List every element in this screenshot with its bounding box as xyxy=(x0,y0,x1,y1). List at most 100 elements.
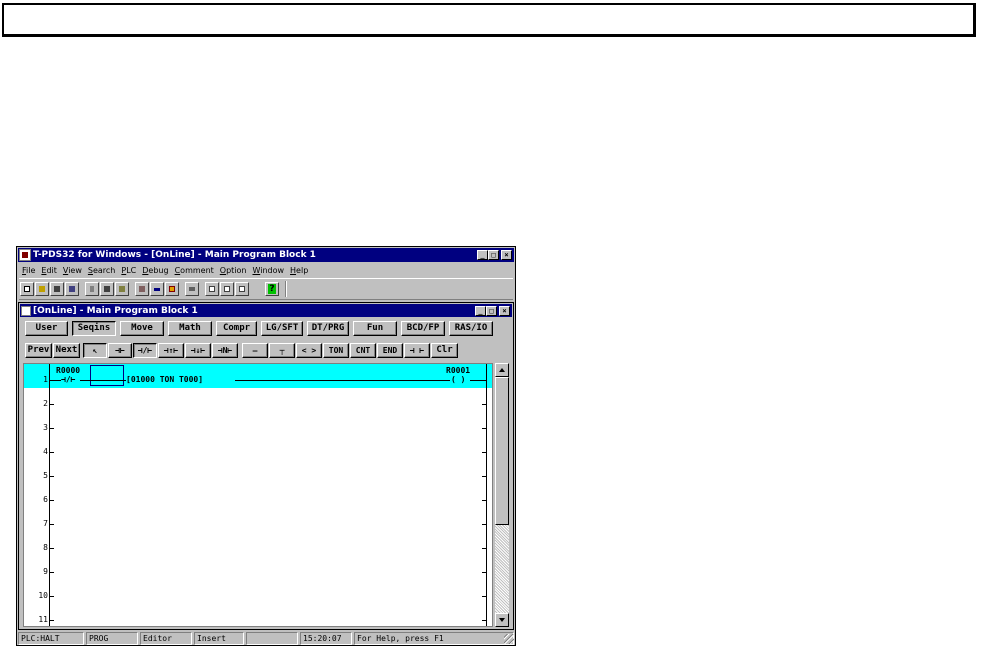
no-contact-icon[interactable]: ⊣⊢ xyxy=(108,343,132,358)
child-maximize-button[interactable]: □ xyxy=(486,305,497,316)
vertical-scrollbar[interactable] xyxy=(495,363,509,627)
rung-number: 5 xyxy=(43,471,48,480)
ton-button[interactable]: TON xyxy=(323,343,349,358)
vertical-line-icon[interactable]: ┬ xyxy=(269,343,295,358)
cut-icon[interactable] xyxy=(85,282,99,296)
save-icon[interactable] xyxy=(65,282,79,296)
child-minimize-button[interactable]: _ xyxy=(475,305,486,316)
category-lgsft[interactable]: LG/SFT xyxy=(261,321,303,336)
menu-search[interactable]: Search xyxy=(85,266,118,275)
rung-tick-left xyxy=(49,524,54,525)
rung-tick-right xyxy=(482,524,487,525)
menu-option[interactable]: Option xyxy=(217,266,250,275)
toolbar-divider xyxy=(285,281,287,297)
horizontal-line-icon[interactable]: — xyxy=(242,343,268,358)
scroll-thumb[interactable] xyxy=(495,377,509,525)
rung-tick-left xyxy=(49,596,54,597)
ladder-editor[interactable]: R0000 ⊣/⊢ [01000 TON T000] R0001 ( ) 1 2… xyxy=(23,363,493,627)
program-block-window: [OnLine] - Main Program Block 1 _ □ × Us… xyxy=(18,302,514,630)
rung-number: 2 xyxy=(43,399,48,408)
app-icon[interactable] xyxy=(19,249,31,261)
page-up-icon[interactable] xyxy=(220,282,234,296)
category-bcdfp[interactable]: BCD/FP xyxy=(401,321,445,336)
ton-instruction[interactable]: [01000 TON T000] xyxy=(126,375,203,384)
nc-contact[interactable]: ⊣/⊢ xyxy=(61,375,75,384)
help-icon[interactable]: ? xyxy=(265,282,279,296)
monitor-icon[interactable] xyxy=(135,282,149,296)
rung-tick-right xyxy=(482,476,487,477)
nc-contact-icon[interactable]: ⊣/⊢ xyxy=(133,343,157,358)
minimize-button[interactable]: _ xyxy=(477,250,488,260)
scroll-track[interactable] xyxy=(495,525,509,613)
view-status: Editor xyxy=(140,632,192,645)
rung-tick-left xyxy=(49,572,54,573)
child-icon[interactable] xyxy=(21,305,31,316)
menu-help[interactable]: Help xyxy=(287,266,311,275)
prev-button[interactable]: Prev xyxy=(25,343,52,358)
output-coil[interactable]: ( ) xyxy=(451,375,465,384)
app-title: T-PDS32 for Windows - [OnLine] - Main Pr… xyxy=(33,250,316,260)
menu-view[interactable]: View xyxy=(60,266,85,275)
clr-button[interactable]: Clr xyxy=(431,343,458,358)
rising-edge-icon[interactable]: ⊣↑⊢ xyxy=(158,343,184,358)
category-dtprg[interactable]: DT/PRG xyxy=(307,321,349,336)
scroll-down-button[interactable] xyxy=(495,613,509,627)
page-icon[interactable] xyxy=(205,282,219,296)
copy-icon[interactable] xyxy=(100,282,114,296)
close-file-icon[interactable] xyxy=(50,282,64,296)
page-down-icon[interactable] xyxy=(235,282,249,296)
menu-edit[interactable]: Edit xyxy=(38,266,60,275)
not-contact-icon[interactable]: ⊣N⊢ xyxy=(212,343,238,358)
category-math[interactable]: Math xyxy=(168,321,212,336)
chevron-up-icon xyxy=(499,368,505,372)
rung-number: 1 xyxy=(43,375,48,384)
function-box-icon[interactable]: ⊣ ⊢ xyxy=(404,343,430,358)
undo-icon[interactable] xyxy=(150,282,164,296)
category-fun[interactable]: Fun xyxy=(353,321,397,336)
rung-tick-left xyxy=(49,548,54,549)
next-button[interactable]: Next xyxy=(53,343,80,358)
scroll-up-button[interactable] xyxy=(495,363,509,377)
ladder-symbol-bar: Prev Next ↖ ⊣⊢ ⊣/⊢ ⊣↑⊢ ⊣↓⊢ ⊣N⊢ — ┬ < > T… xyxy=(25,343,458,358)
close-button[interactable]: × xyxy=(501,250,512,260)
status-bar: PLC:HALT PROG Editor Insert 15:20:07 For… xyxy=(18,632,514,645)
rung-tick-right xyxy=(482,500,487,501)
contact-address: R0000 xyxy=(56,366,81,375)
find-icon[interactable] xyxy=(185,282,199,296)
resize-grip[interactable] xyxy=(504,634,514,644)
child-title-bar[interactable]: [OnLine] - Main Program Block 1 _ □ × xyxy=(20,304,512,317)
category-seqins[interactable]: Seqins xyxy=(72,321,116,336)
menu-file[interactable]: File xyxy=(19,266,38,275)
category-rasio[interactable]: RAS/IO xyxy=(449,321,493,336)
child-close-button[interactable]: × xyxy=(499,305,510,316)
rung-tick-right xyxy=(482,572,487,573)
menu-debug[interactable]: Debug xyxy=(139,266,171,275)
rung-tick-right xyxy=(482,620,487,621)
category-compr[interactable]: Compr xyxy=(216,321,257,336)
app-title-bar[interactable]: T-PDS32 for Windows - [OnLine] - Main Pr… xyxy=(18,248,514,262)
category-user[interactable]: User xyxy=(25,321,68,336)
menu-bar: File Edit View Search PLC Debug Comment … xyxy=(19,263,513,277)
rung-tick-left xyxy=(49,620,54,621)
paste-icon[interactable] xyxy=(115,282,129,296)
rung-1-wire-right xyxy=(235,380,450,381)
transfer-icon[interactable] xyxy=(165,282,179,296)
coil-icon[interactable]: < > xyxy=(296,343,322,358)
menu-comment[interactable]: Comment xyxy=(172,266,217,275)
rung-tick-left xyxy=(49,452,54,453)
pointer-icon[interactable]: ↖ xyxy=(83,343,107,358)
falling-edge-icon[interactable]: ⊣↓⊢ xyxy=(185,343,211,358)
rung-number: 8 xyxy=(43,543,48,552)
rung-1-wire-end xyxy=(470,380,486,381)
rung-number: 4 xyxy=(43,447,48,456)
category-move[interactable]: Move xyxy=(120,321,164,336)
mode-status: PROG xyxy=(86,632,138,645)
new-file-icon[interactable] xyxy=(20,282,34,296)
cnt-button[interactable]: CNT xyxy=(350,343,376,358)
rung-tick-left xyxy=(49,428,54,429)
menu-window[interactable]: Window xyxy=(249,266,287,275)
maximize-button[interactable]: □ xyxy=(488,250,499,260)
open-folder-icon[interactable] xyxy=(35,282,49,296)
menu-plc[interactable]: PLC xyxy=(118,266,139,275)
end-button[interactable]: END xyxy=(377,343,403,358)
